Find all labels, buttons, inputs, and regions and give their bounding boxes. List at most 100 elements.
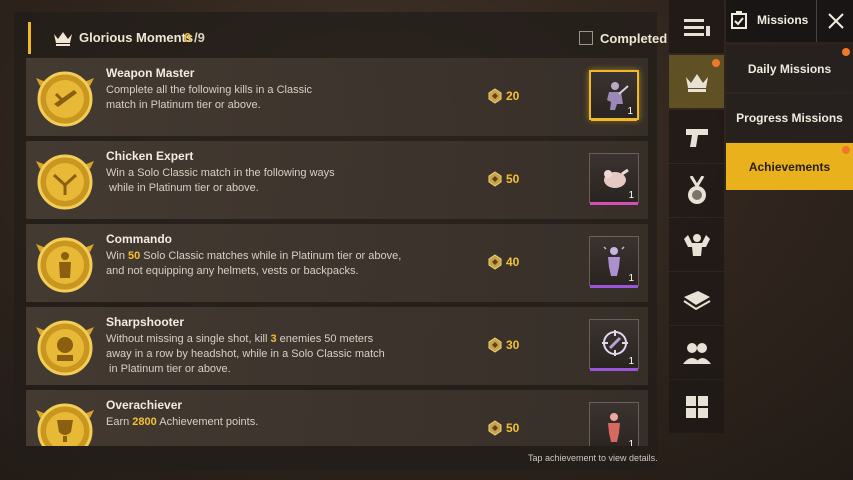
- achievement-description: Earn 2800 Achievement points.: [106, 415, 258, 430]
- achievement-description: Win 50 Solo Classic matches while in Pla…: [106, 249, 401, 279]
- tab-glorious-moments[interactable]: [669, 55, 724, 108]
- gold-medal-icon: [36, 154, 94, 210]
- roast-chicken-icon: [604, 168, 629, 188]
- reward-item[interactable]: 1: [589, 319, 639, 371]
- description-text: Achievement points.: [156, 416, 259, 428]
- achievement-points: 40: [506, 255, 520, 269]
- achievements-header: Glorious Moments 0 /9 Completed: [14, 22, 667, 54]
- nav-item-daily-missions[interactable]: Daily Missions: [726, 45, 853, 92]
- nav-item-label: Daily Missions: [747, 61, 832, 76]
- achievement-title: Commando: [106, 232, 172, 246]
- reward-count: 1: [628, 356, 634, 367]
- description-text: Without missing a single shot, kill: [106, 333, 271, 345]
- achievement-points: 30: [506, 338, 520, 352]
- tab-vehicles[interactable]: [669, 272, 724, 325]
- reward-item[interactable]: 1: [589, 153, 639, 205]
- vehicle-bridge-icon: [682, 290, 710, 310]
- achievement-description: Complete all the following kills in a Cl…: [106, 83, 312, 113]
- achievement-title: Chicken Expert: [106, 149, 194, 163]
- tab-weapons[interactable]: [669, 110, 724, 163]
- nav-item-achievements[interactable]: Achievements: [726, 143, 853, 190]
- crosshair-emote-icon: [602, 330, 628, 356]
- reward-item[interactable]: 1: [589, 402, 639, 446]
- notification-dot: [842, 146, 850, 154]
- completed-filter-label[interactable]: Completed: [600, 31, 667, 46]
- rarity-bar: [590, 285, 638, 288]
- description-line: match in Platinum tier or above.: [106, 99, 261, 111]
- notification-dot: [842, 48, 850, 56]
- medal-icon: [687, 175, 706, 204]
- gold-medal-icon: [36, 71, 94, 127]
- achievement-points: 50: [506, 172, 520, 186]
- tab-medals[interactable]: [669, 164, 724, 217]
- description-line: away in a row by headshot, while in a So…: [106, 348, 385, 360]
- tab-fitness[interactable]: [669, 218, 724, 271]
- missions-sidebar: Missions Daily Missions Progress Mission…: [726, 0, 853, 480]
- close-button[interactable]: [816, 0, 853, 42]
- reward-item[interactable]: 1: [589, 236, 639, 288]
- achievement-points-icon: [488, 337, 502, 353]
- category-icon-tabs: [669, 0, 724, 480]
- header-total: /9: [194, 30, 205, 45]
- rarity-bar: [590, 368, 638, 371]
- grid-icon: [685, 395, 708, 418]
- description-text: Solo Classic matches while in Platinum t…: [140, 250, 402, 262]
- achievement-title: Overachiever: [106, 398, 183, 412]
- reward-item[interactable]: 1: [589, 70, 639, 121]
- missions-title: Missions: [757, 13, 809, 27]
- description-line: in Platinum tier or above.: [106, 363, 231, 375]
- completed-checkbox[interactable]: [579, 31, 593, 45]
- achievement-row-chicken-expert[interactable]: Chicken Expert Win a Solo Classic match …: [26, 141, 648, 219]
- description-text: Win: [106, 250, 128, 262]
- reward-count: 1: [628, 439, 634, 446]
- description-line: Win a Solo Classic match in the followin…: [106, 167, 335, 179]
- description-line: while in Platinum tier or above.: [106, 182, 259, 194]
- achievement-points-icon: [488, 420, 502, 436]
- rarity-bar: [591, 118, 637, 121]
- rarity-bar: [590, 202, 638, 205]
- soldier-kneeling-icon: [607, 82, 629, 110]
- description-highlight: 50: [128, 250, 141, 262]
- achievement-points-icon: [488, 171, 502, 187]
- pistol-icon: [685, 128, 708, 147]
- achievement-title: Weapon Master: [106, 66, 195, 80]
- tab-social[interactable]: [669, 326, 724, 379]
- notification-dot: [712, 59, 720, 67]
- header-accent-bar: [28, 22, 31, 54]
- achievement-row-overachiever[interactable]: Overachiever Earn 2800 Achievement point…: [26, 390, 648, 446]
- achievement-row-sharpshooter[interactable]: Sharpshooter Without missing a single sh…: [26, 307, 648, 385]
- description-text: Earn: [106, 416, 133, 428]
- menu-list-icon: [683, 18, 710, 36]
- reward-count: 1: [627, 106, 633, 117]
- header-completed-count: 0: [184, 30, 192, 45]
- nav-item-label: Progress Missions: [736, 110, 843, 125]
- achievement-points-icon: [488, 254, 502, 270]
- achievement-row-weapon-master[interactable]: Weapon Master Complete all the following…: [26, 58, 648, 136]
- nav-item-label: Achievements: [748, 159, 831, 174]
- achievement-description: Without missing a single shot, kill 3 en…: [106, 332, 385, 377]
- tab-more[interactable]: [669, 380, 724, 433]
- gold-medal-icon: [36, 320, 94, 376]
- clipboard-check-icon: [731, 11, 747, 29]
- footer-hint: Tap achievement to view details.: [528, 453, 658, 463]
- description-line: and not equipping any helmets, vests or …: [106, 265, 359, 277]
- flex-muscle-icon: [683, 233, 710, 256]
- tab-menu[interactable]: [669, 0, 724, 53]
- description-highlight: 2800: [132, 416, 157, 428]
- gold-trophy-medal-icon: [36, 403, 94, 446]
- friends-icon: [682, 342, 711, 364]
- achievement-points: 20: [506, 89, 520, 103]
- reward-count: 1: [628, 273, 634, 284]
- achievement-row-commando[interactable]: Commando Win 50 Solo Classic matches whi…: [26, 224, 648, 302]
- crown-icon: [54, 32, 72, 46]
- crown-icon: [685, 73, 708, 92]
- achievement-title: Sharpshooter: [106, 315, 185, 329]
- nav-item-progress-missions[interactable]: Progress Missions: [726, 94, 853, 141]
- soldier-red-icon: [608, 413, 620, 442]
- achievement-points: 50: [506, 421, 520, 435]
- achievement-points-icon: [488, 88, 502, 104]
- achievement-description: Win a Solo Classic match in the followin…: [106, 166, 335, 196]
- reward-count: 1: [628, 190, 634, 201]
- description-line: Complete all the following kills in a Cl…: [106, 84, 313, 96]
- missions-header: Missions: [726, 0, 853, 42]
